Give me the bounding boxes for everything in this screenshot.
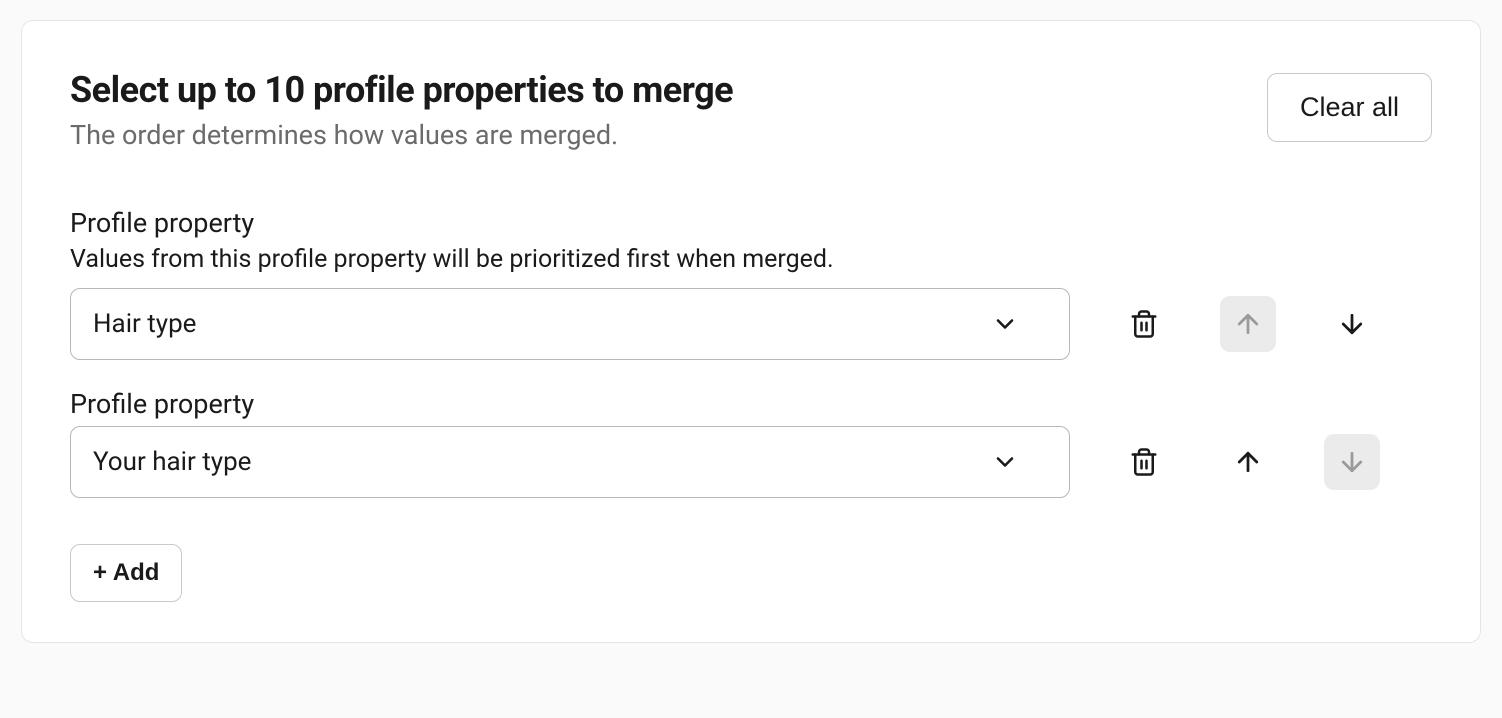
add-button[interactable]: + Add: [70, 544, 182, 602]
property-actions: [1116, 296, 1380, 352]
chevron-down-icon: [991, 448, 1019, 476]
property-actions: [1116, 434, 1380, 490]
trash-icon: [1129, 447, 1159, 477]
trash-icon: [1129, 309, 1159, 339]
move-up-button: [1220, 296, 1276, 352]
header-row: Select up to 10 profile properties to me…: [70, 69, 1432, 151]
arrow-up-icon: [1233, 447, 1263, 477]
arrow-up-icon: [1233, 309, 1263, 339]
header-text: Select up to 10 profile properties to me…: [70, 69, 733, 151]
property-block: Profile property Your hair type: [70, 388, 1432, 498]
arrow-down-icon: [1337, 309, 1367, 339]
property-label: Profile property: [70, 207, 1432, 239]
property-select-wrap: Hair type: [70, 288, 1070, 360]
arrow-down-icon: [1337, 447, 1367, 477]
property-select[interactable]: Hair type: [70, 288, 1070, 360]
property-select-value: Hair type: [93, 309, 991, 339]
property-label: Profile property: [70, 388, 1432, 420]
move-down-button: [1324, 434, 1380, 490]
move-up-button[interactable]: [1220, 434, 1276, 490]
property-select-value: Your hair type: [93, 447, 991, 477]
property-block: Profile property Values from this profil…: [70, 207, 1432, 360]
property-row: Hair type: [70, 288, 1432, 360]
delete-button[interactable]: [1116, 434, 1172, 490]
move-down-button[interactable]: [1324, 296, 1380, 352]
property-row: Your hair type: [70, 426, 1432, 498]
merge-properties-card: Select up to 10 profile properties to me…: [21, 20, 1481, 643]
property-select-wrap: Your hair type: [70, 426, 1070, 498]
property-hint: Values from this profile property will b…: [70, 245, 1432, 274]
chevron-down-icon: [991, 310, 1019, 338]
clear-all-button[interactable]: Clear all: [1267, 73, 1432, 142]
page-title: Select up to 10 profile properties to me…: [70, 69, 733, 111]
property-select[interactable]: Your hair type: [70, 426, 1070, 498]
page-subtitle: The order determines how values are merg…: [70, 119, 733, 151]
delete-button[interactable]: [1116, 296, 1172, 352]
